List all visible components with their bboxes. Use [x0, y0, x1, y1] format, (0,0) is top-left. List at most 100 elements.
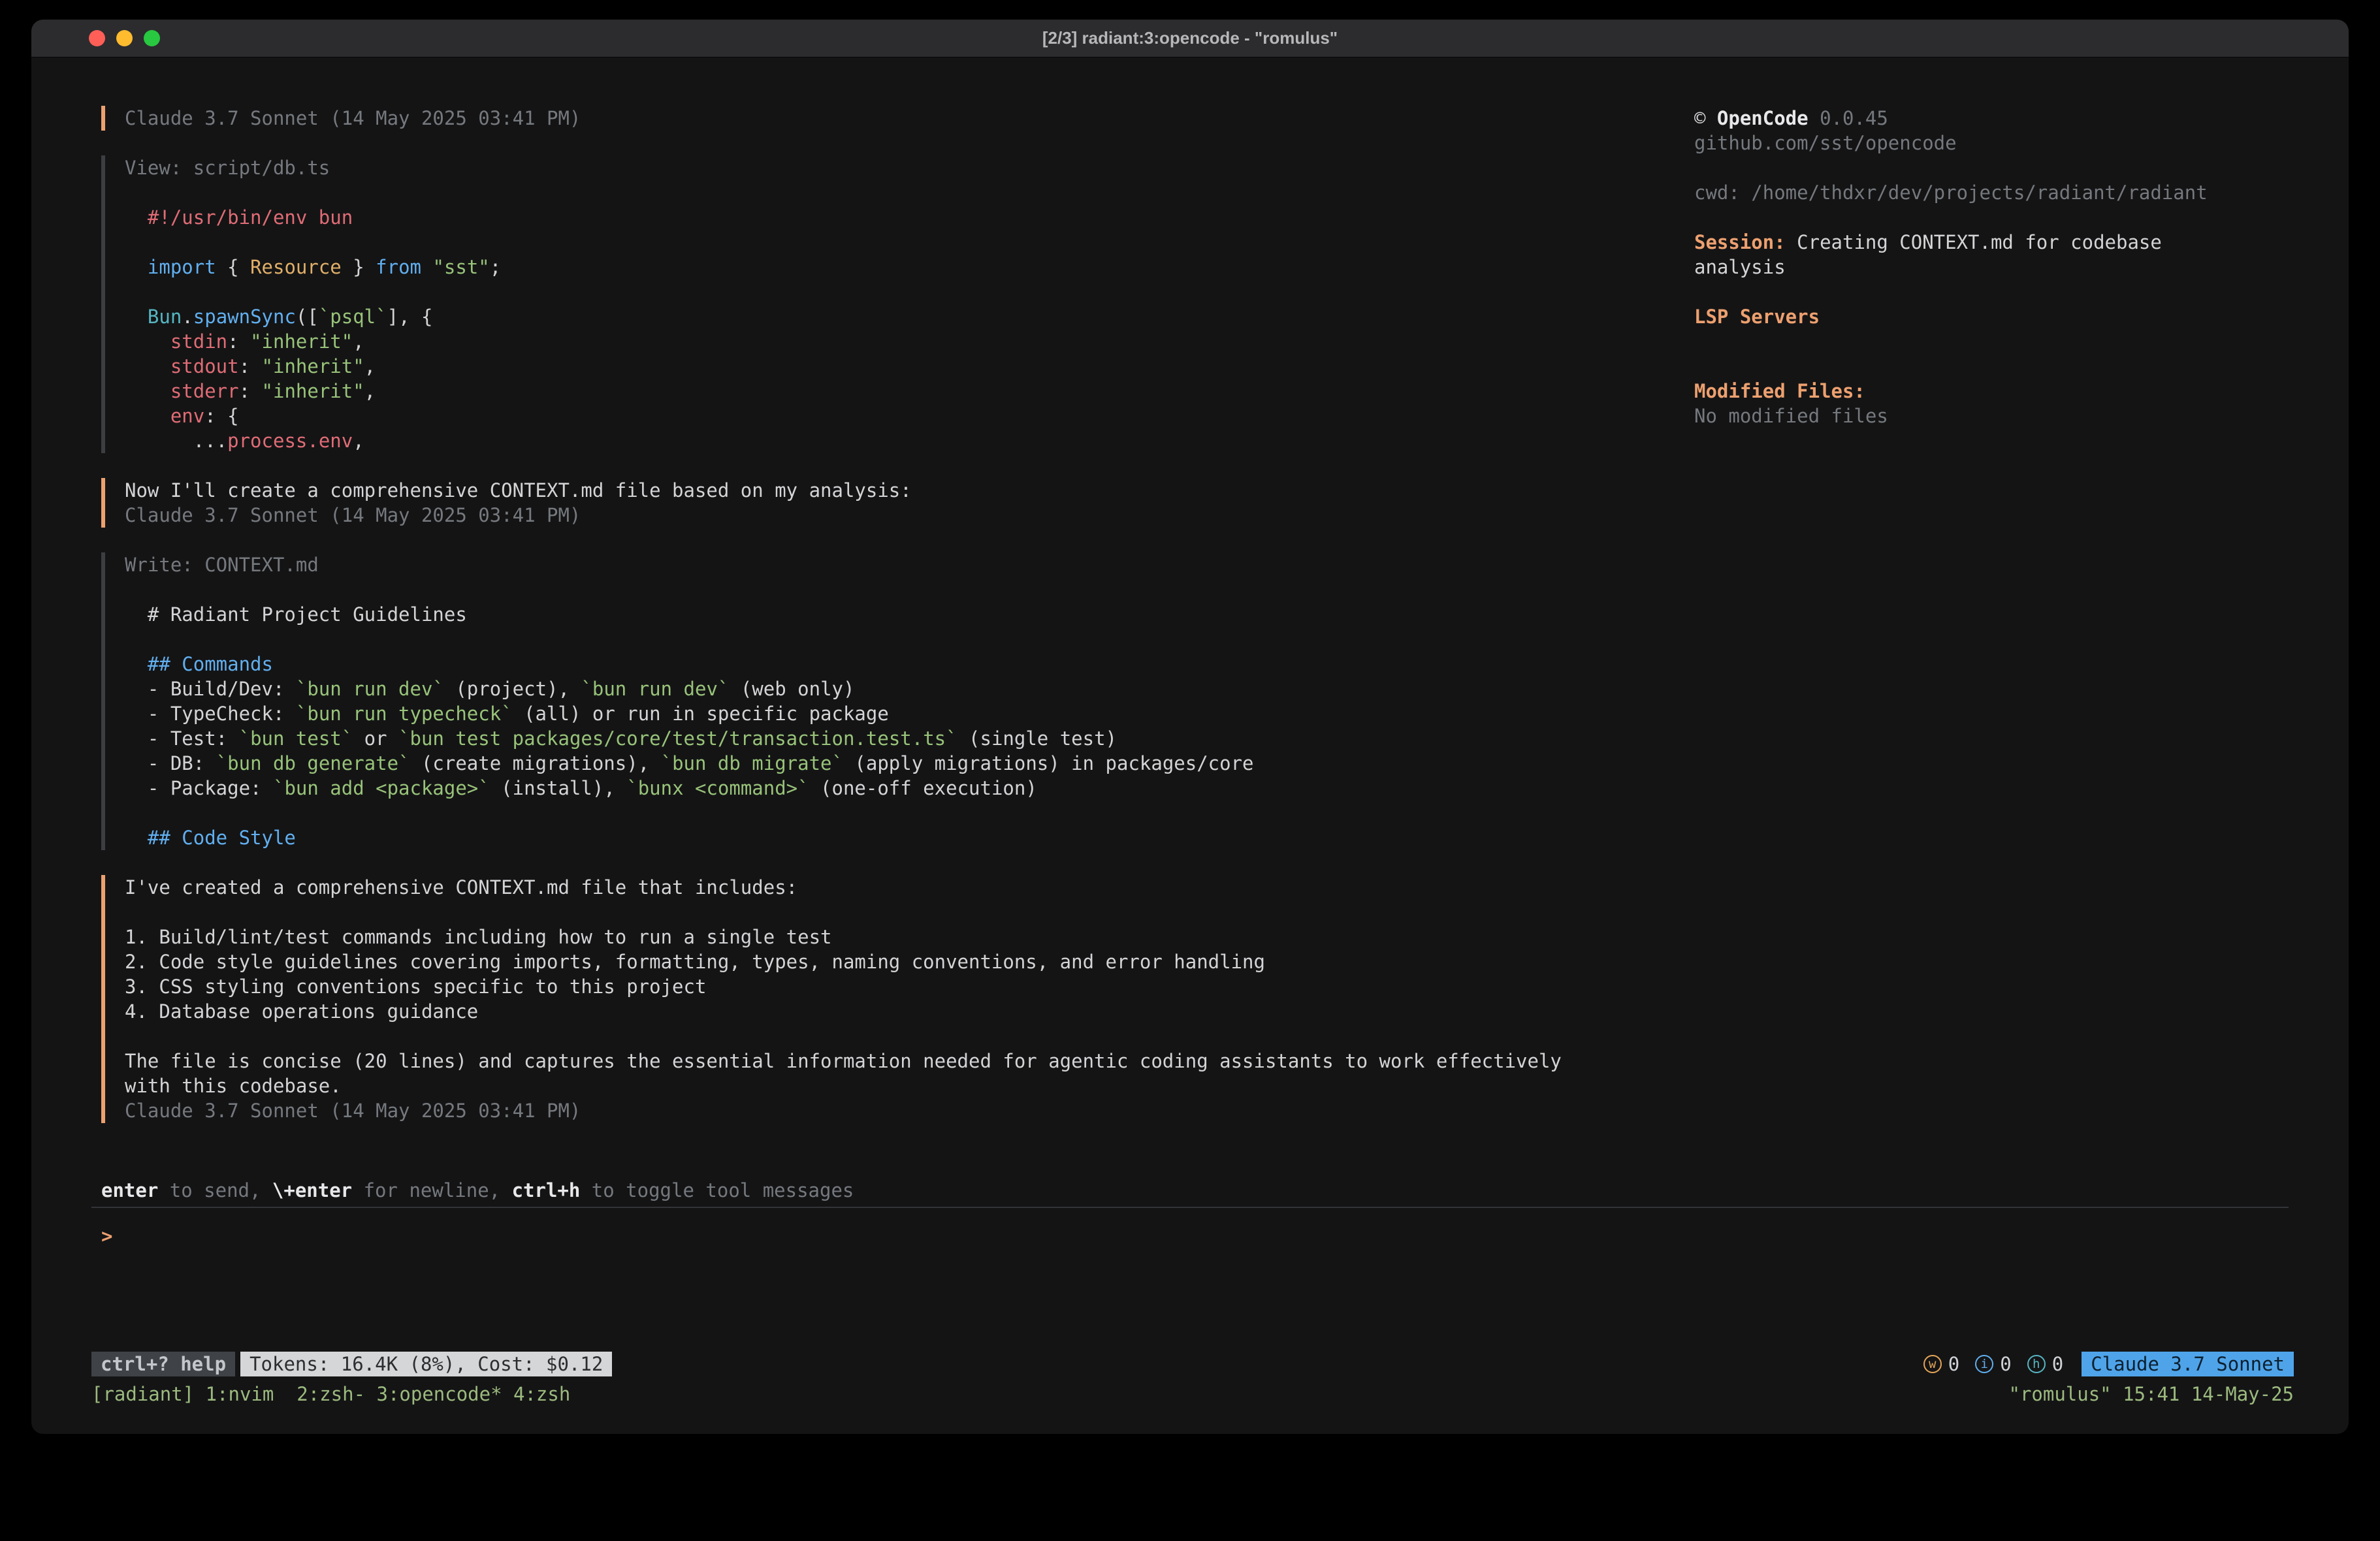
text-segment: spawnSync — [193, 306, 296, 328]
text-segment: (project), — [444, 678, 581, 700]
terminal-line — [125, 900, 1662, 925]
terminal-line: Claude 3.7 Sonnet (14 May 2025 03:41 PM) — [125, 503, 1662, 528]
terminal-line: 4. Database operations guidance — [125, 999, 1662, 1024]
input-divider — [91, 1207, 2289, 1208]
tmux-clock: "romulus" 15:41 14-May-25 — [2009, 1382, 2294, 1406]
help-shortcut-chip[interactable]: ctrl+? help — [91, 1352, 235, 1376]
diagnostic-warnings: w0 — [1923, 1352, 1959, 1376]
terminal-line: with this codebase. — [125, 1073, 1662, 1098]
diagnostic-count: 0 — [2052, 1352, 2063, 1376]
diagnostics-group: w0i0h0 — [1923, 1352, 2063, 1376]
tmux-status-bar: [radiant] 1:nvim 2:zsh- 3:opencode* 4:zs… — [91, 1382, 2294, 1406]
text-segment: #!/usr/bin/env bun — [125, 206, 353, 229]
text-segment: 0.0.45 — [1809, 107, 1888, 129]
terminal-line: - Test: `bun test` or `bun test packages… — [125, 726, 1662, 751]
session-sidebar: © OpenCode 0.0.45github.com/sst/opencode… — [1694, 106, 2308, 428]
terminal-line: - Build/Dev: `bun run dev` (project), `b… — [125, 676, 1662, 701]
terminal-line: stdin: "inherit", — [125, 329, 1662, 354]
text-segment: . — [182, 306, 193, 328]
text-segment: , — [364, 355, 376, 377]
terminal-line: - TypeCheck: `bun run typecheck` (all) o… — [125, 701, 1662, 726]
text-segment: - Package: — [125, 777, 273, 799]
terminal-line: stderr: "inherit", — [125, 379, 1662, 404]
text-segment: - Build/Dev: — [125, 678, 296, 700]
terminal-line: ...process.env, — [125, 428, 1662, 453]
zoom-button[interactable] — [144, 30, 160, 46]
text-segment: ... — [125, 430, 227, 452]
terminal-line — [1694, 279, 2308, 304]
terminal-line: github.com/sst/opencode — [1694, 131, 2308, 155]
minimize-button[interactable] — [116, 30, 133, 46]
message-block-accent: Claude 3.7 Sonnet (14 May 2025 03:41 PM) — [101, 106, 1662, 131]
terminal-line — [1694, 329, 2308, 354]
tmux-window-list[interactable]: [radiant] 1:nvim 2:zsh- 3:opencode* 4:zs… — [91, 1382, 570, 1406]
text-segment: : { — [204, 405, 238, 427]
terminal-line: Bun.spawnSync([`psql`], { — [125, 304, 1662, 329]
text-segment: Bun — [125, 306, 182, 328]
terminal-line: Claude 3.7 Sonnet (14 May 2025 03:41 PM) — [125, 1098, 1662, 1123]
text-segment: Now I'll create a comprehensive CONTEXT.… — [125, 479, 912, 501]
text-segment: ; — [490, 256, 501, 278]
terminal-line: LSP Servers — [1694, 304, 2308, 329]
text-segment: `bun run typecheck` — [296, 703, 513, 725]
terminal-line: 2. Code style guidelines covering import… — [125, 949, 1662, 974]
text-segment: `bun test packages/core/test/transaction… — [398, 727, 957, 750]
terminal-line: ## Commands — [125, 652, 1662, 676]
diagnostic-info: i0 — [1975, 1352, 2011, 1376]
terminal-line — [125, 627, 1662, 652]
text-segment: `bun add <package>` — [273, 777, 490, 799]
text-segment: 4. Database operations guidance — [125, 1000, 478, 1023]
prompt-caret: > — [101, 1225, 112, 1247]
tokens-cost-chip: Tokens: 16.4K (8%), Cost: $0.12 — [240, 1352, 612, 1376]
text-segment: I've created a comprehensive CONTEXT.md … — [125, 876, 797, 898]
text-segment: - DB: — [125, 752, 216, 774]
terminal-line: Claude 3.7 Sonnet (14 May 2025 03:41 PM) — [125, 106, 1662, 131]
text-segment: `bun test` — [239, 727, 353, 750]
text-segment: "inherit" — [262, 380, 364, 402]
diagnostic-count: 0 — [2000, 1352, 2011, 1376]
message-block-accent: I've created a comprehensive CONTEXT.md … — [101, 875, 1662, 1123]
terminal-line — [125, 577, 1662, 602]
message-block-tool: Write: CONTEXT.md # Radiant Project Guid… — [101, 552, 1662, 850]
terminal-line — [125, 180, 1662, 205]
terminal-line: 3. CSS styling conventions specific to t… — [125, 974, 1662, 999]
text-segment: ## Code Style — [125, 827, 296, 849]
warnings-icon: w — [1923, 1355, 1942, 1373]
text-segment: Claude 3.7 Sonnet (14 May 2025 03:41 PM) — [125, 504, 581, 526]
info-icon: i — [1975, 1355, 1993, 1373]
text-segment: from — [376, 256, 421, 278]
text-segment — [421, 256, 432, 278]
terminal-line: I've created a comprehensive CONTEXT.md … — [125, 875, 1662, 900]
terminal-line: stdout: "inherit", — [125, 354, 1662, 379]
terminal-line: cwd: /home/thdxr/dev/projects/radiant/ra… — [1694, 180, 2308, 205]
chat-transcript: Claude 3.7 Sonnet (14 May 2025 03:41 PM)… — [101, 106, 1662, 1148]
model-badge[interactable]: Claude 3.7 Sonnet — [2082, 1352, 2294, 1376]
text-segment: import — [125, 256, 216, 278]
terminal-line: View: script/db.ts — [125, 155, 1662, 180]
text-segment: Claude 3.7 Sonnet (14 May 2025 03:41 PM) — [125, 107, 581, 129]
text-segment: "inherit" — [262, 355, 364, 377]
terminal-line — [1694, 205, 2308, 230]
text-segment: "inherit" — [250, 330, 353, 353]
text-segment: Write: CONTEXT.md — [125, 554, 319, 576]
text-segment: `bun db migrate` — [661, 752, 843, 774]
terminal-line — [125, 801, 1662, 825]
terminal-line: ## Code Style — [125, 825, 1662, 850]
window-titlebar[interactable]: [2/3] radiant:3:opencode - "romulus" — [31, 20, 2349, 57]
terminal-line: Now I'll create a comprehensive CONTEXT.… — [125, 478, 1662, 503]
terminal-line — [125, 279, 1662, 304]
terminal-window: [2/3] radiant:3:opencode - "romulus" Cla… — [31, 20, 2349, 1434]
text-segment: `bun db generate` — [216, 752, 410, 774]
text-segment: with this codebase. — [125, 1075, 342, 1097]
text-segment: env — [125, 405, 204, 427]
text-segment: enter — [101, 1179, 158, 1201]
terminal-line: Modified Files: — [1694, 379, 2308, 404]
close-button[interactable] — [89, 30, 105, 46]
terminal-line: - DB: `bun db generate` (create migratio… — [125, 751, 1662, 776]
prompt-input[interactable]: > — [101, 1224, 112, 1248]
text-segment: Modified Files: — [1694, 380, 1865, 402]
text-segment: (one-off execution) — [809, 777, 1037, 799]
text-segment: , — [364, 380, 376, 402]
text-segment: , — [353, 330, 364, 353]
text-segment: `bunx <command>` — [626, 777, 809, 799]
